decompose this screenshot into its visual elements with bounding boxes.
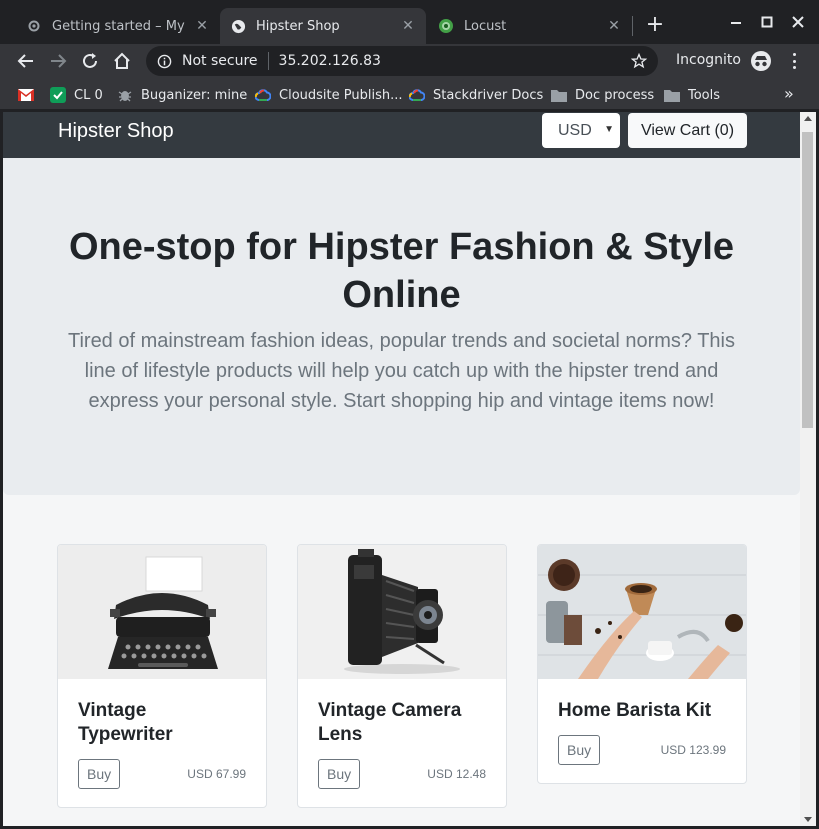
tab-strip: Getting started – My Fir ✕ Hipster Shop … xyxy=(0,0,819,44)
product-price: USD 123.99 xyxy=(660,743,726,757)
locust-icon xyxy=(438,18,454,34)
buy-button[interactable]: Buy xyxy=(558,735,601,765)
product-image[interactable] xyxy=(58,545,266,679)
reload-button[interactable] xyxy=(78,49,102,73)
tab-label: Hipster Shop xyxy=(256,18,340,34)
product-card[interactable]: Vintage Typewriter Buy USD 67.99 xyxy=(57,544,267,808)
info-icon[interactable] xyxy=(156,53,172,69)
product-card[interactable]: Vintage Camera Lens Buy USD 12.48 xyxy=(297,544,507,808)
bookmark-label: Cloudsite Publish... xyxy=(279,87,403,103)
bookmark-buganizer[interactable]: Buganizer: mine xyxy=(117,86,247,104)
cloud-icon xyxy=(409,87,425,103)
forward-button[interactable] xyxy=(46,49,70,73)
gmail-icon xyxy=(18,87,34,103)
buy-button[interactable]: Buy xyxy=(318,759,361,789)
bookmark-label: CL 0 xyxy=(74,87,103,103)
url-text[interactable]: 35.202.126.83 xyxy=(279,53,630,69)
chevron-down-icon: ▼ xyxy=(604,124,614,135)
hero-title: One-stop for Hipster Fashion & Style Onl… xyxy=(68,226,735,316)
bug-icon xyxy=(117,87,133,103)
menu-icon[interactable] xyxy=(786,51,802,71)
browser-window: Getting started – My Fir ✕ Hipster Shop … xyxy=(0,0,819,829)
bookmark-cloudsite[interactable]: Cloudsite Publish... xyxy=(255,86,402,104)
bookmarks-bar: CL 0 Buganizer: mine Cloudsite Publish..… xyxy=(0,78,819,110)
new-tab-button[interactable]: + xyxy=(644,14,666,36)
back-button[interactable] xyxy=(14,49,38,73)
scroll-down-icon[interactable] xyxy=(804,817,812,822)
product-name[interactable]: Home Barista Kit xyxy=(558,699,726,723)
bookmark-cl[interactable]: CL 0 xyxy=(50,86,103,104)
hero-text: Tired of mainstream fashion ideas, popul… xyxy=(67,330,735,412)
incognito-icon[interactable] xyxy=(750,50,772,72)
hero-banner: One-stop for Hipster Fashion & Style Onl… xyxy=(3,158,800,495)
scroll-up-icon[interactable] xyxy=(804,116,812,121)
bookmark-doc-process[interactable]: Doc process xyxy=(551,86,654,104)
product-name[interactable]: Vintage Camera Lens xyxy=(318,699,486,747)
bookmark-label: Tools xyxy=(688,87,721,103)
product-image[interactable] xyxy=(298,545,506,679)
gear-icon xyxy=(26,18,42,34)
page-scrollbar[interactable] xyxy=(800,112,816,826)
product-name[interactable]: Vintage Typewriter xyxy=(78,699,246,747)
maximize-button[interactable] xyxy=(755,10,779,34)
site-brand[interactable]: Hipster Shop xyxy=(58,120,174,143)
bookmark-label: Doc process xyxy=(575,87,655,103)
close-window-button[interactable] xyxy=(786,10,810,34)
currency-value: USD xyxy=(558,121,592,139)
close-icon[interactable]: ✕ xyxy=(606,18,622,34)
browser-toolbar: Not secure 35.202.126.83 Incognito xyxy=(0,44,819,78)
star-icon[interactable] xyxy=(630,52,648,70)
minimize-button[interactable] xyxy=(724,10,748,34)
bookmark-label: Buganizer: mine xyxy=(141,87,248,103)
product-price: USD 12.48 xyxy=(427,767,486,781)
security-label: Not secure xyxy=(182,53,258,69)
tab-divider xyxy=(632,16,633,36)
address-bar[interactable]: Not secure 35.202.126.83 xyxy=(146,46,658,76)
folder-icon xyxy=(551,87,567,103)
tab-label: Getting started – My Fir xyxy=(52,18,188,34)
page-viewport: Hipster Shop USD ▼ View Cart (0) One-sto… xyxy=(3,112,800,826)
tab-hipster-shop[interactable]: Hipster Shop ✕ xyxy=(220,8,426,44)
omnibox-divider xyxy=(267,52,269,70)
tab-getting-started[interactable]: Getting started – My Fir ✕ xyxy=(16,8,220,44)
bookmark-gmail[interactable] xyxy=(18,86,42,104)
tab-label: Locust xyxy=(464,18,507,34)
bookmark-tools[interactable]: Tools xyxy=(664,86,720,104)
close-icon[interactable]: ✕ xyxy=(194,18,210,34)
globe-icon xyxy=(230,18,246,34)
product-image[interactable] xyxy=(538,545,746,679)
tab-locust[interactable]: Locust ✕ xyxy=(428,8,632,44)
close-icon[interactable]: ✕ xyxy=(400,18,416,34)
product-card[interactable]: Home Barista Kit Buy USD 123.99 xyxy=(537,544,747,784)
checkmark-icon xyxy=(50,87,66,103)
folder-icon xyxy=(664,87,680,103)
cloud-icon xyxy=(255,87,271,103)
bookmarks-overflow-button[interactable]: » xyxy=(784,84,794,103)
product-price: USD 67.99 xyxy=(187,767,246,781)
incognito-label: Incognito xyxy=(676,52,741,68)
site-navbar: Hipster Shop USD ▼ View Cart (0) xyxy=(3,112,800,158)
bookmark-stackdriver[interactable]: Stackdriver Docs xyxy=(409,86,543,104)
view-cart-button[interactable]: View Cart (0) xyxy=(628,113,747,148)
home-button[interactable] xyxy=(110,49,134,73)
bookmark-label: Stackdriver Docs xyxy=(433,87,544,103)
buy-button[interactable]: Buy xyxy=(78,759,121,789)
scrollbar-thumb[interactable] xyxy=(802,132,813,428)
currency-select[interactable]: USD ▼ xyxy=(542,113,620,148)
